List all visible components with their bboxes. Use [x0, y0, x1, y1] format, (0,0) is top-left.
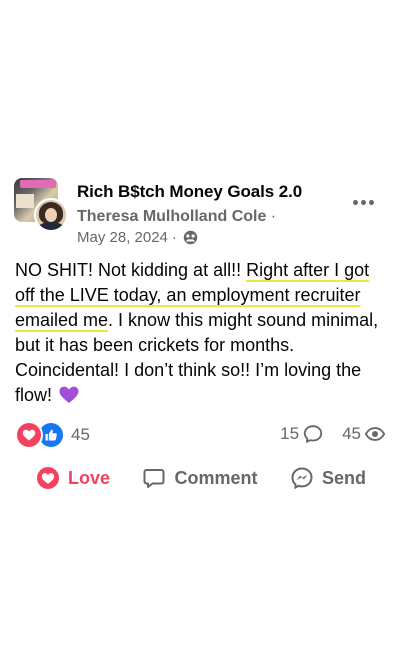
post-date[interactable]: May 28, 2024	[77, 229, 168, 246]
eye-icon	[364, 427, 386, 441]
post-card: Rich B$tch Money Goals 2.0 Theresa Mulho…	[0, 0, 400, 665]
view-count-stat: 45	[342, 423, 386, 445]
love-icon	[37, 467, 59, 489]
comment-label: Comment	[174, 467, 258, 488]
more-horizontal-icon	[352, 199, 358, 205]
view-count: 45	[342, 424, 361, 443]
group-name-link[interactable]: Rich B$tch Money Goals 2.0	[77, 182, 302, 202]
love-label: Love	[68, 467, 111, 488]
send-label: Send	[321, 467, 366, 488]
author-line: Theresa Mulholland Cole ·	[77, 208, 276, 226]
comment-icon	[143, 469, 165, 488]
messenger-icon	[291, 467, 313, 490]
more-options-button[interactable]	[350, 192, 376, 212]
post-meta: May 28, 2024 ·	[77, 229, 198, 246]
purple-heart-icon	[59, 386, 79, 403]
author-separator: ·	[266, 208, 277, 225]
comment-count-stat[interactable]: 15	[280, 423, 324, 445]
post-stats: 15 45	[280, 423, 386, 445]
author-name-link[interactable]: Theresa Mulholland Cole	[77, 208, 266, 225]
post-avatar[interactable]	[14, 178, 68, 232]
reaction-count: 45	[71, 425, 90, 444]
comment-icon	[303, 425, 323, 443]
send-button[interactable]: Send	[290, 466, 366, 490]
action-bar: Love Comment Send	[36, 462, 366, 494]
post-text-part1: NO SHIT! Not kidding at all!!	[15, 260, 247, 280]
date-separator: ·	[171, 229, 177, 246]
author-avatar[interactable]	[34, 198, 68, 232]
comment-count: 15	[280, 424, 300, 443]
post-text: NO SHIT! Not kidding at all!! Right afte…	[15, 258, 387, 408]
reactions-summary[interactable]: 45	[15, 421, 90, 449]
comment-button[interactable]: Comment	[142, 466, 258, 490]
group-icon	[183, 230, 198, 245]
love-button[interactable]: Love	[36, 466, 110, 490]
love-reaction-icon	[15, 421, 43, 449]
